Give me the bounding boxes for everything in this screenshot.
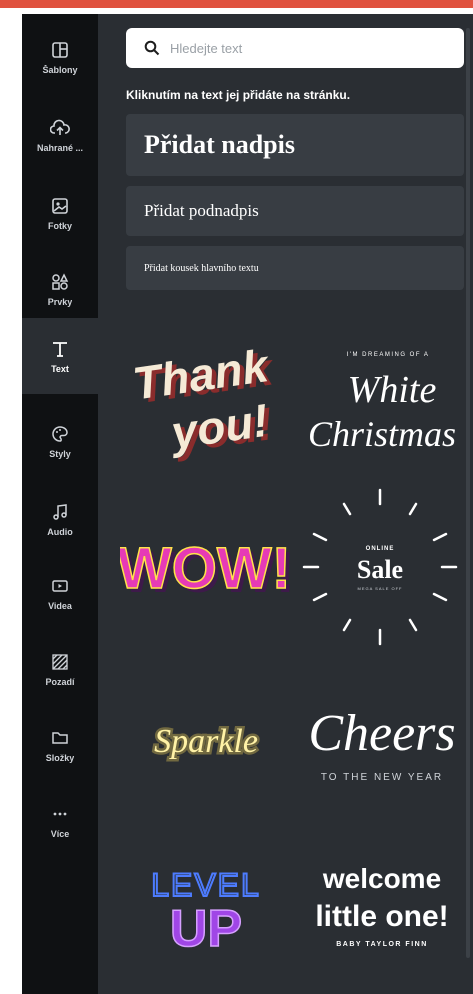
cheers-sub: TO THE NEW YEAR xyxy=(321,772,443,783)
sidebar-item-label: Složky xyxy=(45,753,75,763)
sparkle-text: Sparkle xyxy=(154,723,258,760)
sidebar-item-templates[interactable]: Šablony xyxy=(22,24,98,90)
level-up-line2: UP xyxy=(170,900,242,958)
more-icon xyxy=(49,803,71,825)
template-cheers[interactable]: Cheers TO THE NEW YEAR xyxy=(300,680,466,800)
sidebar-item-label: Fotky xyxy=(47,221,72,231)
sidebar-item-photos[interactable]: Fotky xyxy=(22,180,98,246)
sidebar-item-label: Nahrané ... xyxy=(36,143,83,153)
add-subheading-button[interactable]: Přidat podnadpis xyxy=(126,186,464,236)
music-note-icon xyxy=(49,501,71,523)
template-sparkle[interactable]: Sparkle Sparkle xyxy=(120,690,292,790)
palette-icon xyxy=(49,423,71,445)
panel-scrollbar[interactable] xyxy=(466,28,470,958)
sale-small: ONLINE xyxy=(366,546,395,552)
cheers-main: Cheers xyxy=(308,705,455,762)
add-heading-label: Přidat nadpis xyxy=(144,130,295,159)
sale-main: Sale xyxy=(357,555,403,584)
sidebar-item-audio[interactable]: Audio xyxy=(22,486,98,552)
template-thank-you[interactable]: Thank Thank you! you! xyxy=(120,330,290,470)
white-christmas-line1: White xyxy=(348,369,437,411)
white-christmas-small: I'M DREAMING OF A xyxy=(347,352,430,358)
pattern-icon xyxy=(49,651,71,673)
template-icon xyxy=(49,39,71,61)
sidebar-item-label: Audio xyxy=(47,527,73,537)
template-welcome-little-one[interactable]: welcome little one! BABY TAYLOR FINN xyxy=(300,850,466,970)
template-sale[interactable]: ONLINE Sale MEGA SALE OFF xyxy=(300,482,466,652)
add-heading-button[interactable]: Přidat nadpis xyxy=(126,114,464,176)
sidebar-item-label: Text xyxy=(51,364,69,374)
sidebar-item-elements[interactable]: Prvky xyxy=(22,256,98,322)
sidebar-item-label: Více xyxy=(50,829,70,839)
template-wow[interactable]: WOW! WOW! xyxy=(120,520,292,620)
sidebar-item-styles[interactable]: Styly xyxy=(22,408,98,474)
level-up-line1: LEVEL xyxy=(151,867,261,903)
sidebar-item-label: Prvky xyxy=(47,297,73,307)
wow-text: WOW! xyxy=(120,536,291,601)
panel-hint: Kliknutím na text jej přidáte na stránku… xyxy=(126,88,351,102)
search-icon xyxy=(144,40,160,56)
sidebar-item-label: Šablony xyxy=(42,65,78,75)
sidebar: Šablony Nahrané ... Fotky Prvky Text Sty… xyxy=(22,14,98,994)
sidebar-item-background[interactable]: Pozadí xyxy=(22,636,98,702)
video-icon xyxy=(49,575,71,597)
sidebar-item-videos[interactable]: Videa xyxy=(22,560,98,626)
sidebar-item-more[interactable]: Více xyxy=(22,788,98,854)
add-body-text-label: Přidat kousek hlavního textu xyxy=(144,262,259,274)
sidebar-item-folders[interactable]: Složky xyxy=(22,712,98,778)
cloud-upload-icon xyxy=(49,117,71,139)
top-accent-bar xyxy=(0,0,473,8)
white-christmas-line2: Christmas xyxy=(308,414,456,454)
sidebar-item-label: Styly xyxy=(49,449,71,459)
sidebar-item-label: Videa xyxy=(48,601,72,611)
sidebar-item-label: Pozadí xyxy=(45,677,75,687)
add-subheading-label: Přidat podnadpis xyxy=(144,201,259,220)
text-icon xyxy=(49,338,71,360)
folder-icon xyxy=(49,727,71,749)
shapes-icon xyxy=(49,271,71,293)
welcome-sub: BABY TAYLOR FINN xyxy=(336,941,428,948)
add-body-text-button[interactable]: Přidat kousek hlavního textu xyxy=(126,246,464,290)
search-input[interactable] xyxy=(168,39,452,57)
welcome-line2: little one! xyxy=(315,900,448,933)
welcome-line1: welcome xyxy=(322,863,441,894)
sale-bottom: MEGA SALE OFF xyxy=(357,586,402,591)
template-white-christmas[interactable]: I'M DREAMING OF A White Christmas xyxy=(300,340,466,460)
template-level-up[interactable]: LEVEL UP xyxy=(120,850,292,970)
sidebar-item-uploads[interactable]: Nahrané ... xyxy=(22,102,98,168)
sidebar-item-text[interactable]: Text xyxy=(22,318,98,394)
image-icon xyxy=(49,195,71,217)
search-box[interactable] xyxy=(126,28,464,68)
